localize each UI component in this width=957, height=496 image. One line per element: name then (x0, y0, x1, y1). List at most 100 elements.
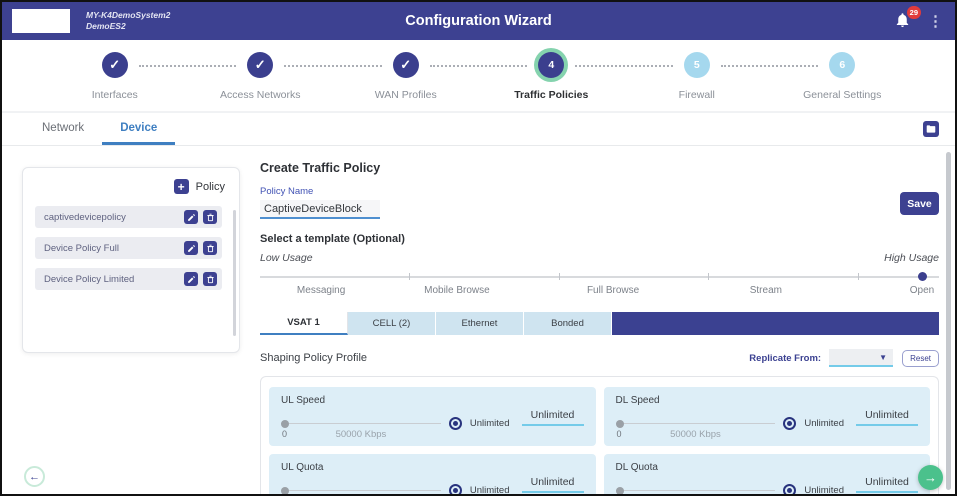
step-wan-profiles[interactable]: ✓ WAN Profiles (333, 52, 479, 111)
traffic-policy-form: Create Traffic Policy Policy Name Save S… (260, 146, 939, 496)
reset-button[interactable]: Reset (902, 350, 939, 367)
edit-icon[interactable] (184, 210, 198, 224)
template-options: Messaging Mobile Browse Full Browse Stre… (260, 285, 939, 299)
top-bar: MY-K4DemoSystem2 DemoES2 Configuration W… (2, 2, 955, 40)
dl-quota-slider[interactable]: 0 5000 MB (616, 485, 776, 496)
chevron-down-icon: ▼ (879, 353, 887, 362)
notification-badge: 29 (907, 6, 921, 19)
ul-speed-slider[interactable]: 0 50000 Kbps (281, 418, 441, 430)
configuration-wizard-app: MY-K4DemoSystem2 DemoES2 Configuration W… (0, 0, 957, 496)
ul-speed-value-field[interactable]: Unlimited (522, 409, 584, 426)
main-content: + Policy captivedevicepolicy Device Poli… (2, 146, 955, 496)
dl-quota-card: DL Quota 0 5000 MB Unlimited Unlimited (604, 454, 931, 496)
step-access-networks[interactable]: ✓ Access Networks (188, 52, 334, 111)
system-name: MY-K4DemoSystem2 (86, 10, 170, 21)
slider-tick (858, 273, 859, 280)
template-slider-handle[interactable] (918, 272, 927, 281)
unlimited-radio[interactable] (783, 484, 796, 496)
step-label: Interfaces (92, 89, 138, 101)
template-option-open[interactable]: Open (910, 285, 934, 296)
template-slider-track[interactable] (260, 276, 939, 278)
page-scrollbar[interactable] (946, 152, 951, 490)
policy-list-item[interactable]: Device Policy Limited (35, 268, 222, 290)
template-slider[interactable] (260, 272, 939, 282)
step-check-icon: ✓ (393, 52, 419, 78)
usage-range-labels: Low Usage High Usage (260, 252, 939, 264)
slider-handle[interactable] (281, 487, 289, 495)
policy-name-input[interactable] (260, 200, 380, 219)
step-firewall[interactable]: 5 Firewall (624, 52, 770, 111)
template-option-full-browse[interactable]: Full Browse (587, 285, 639, 296)
ul-speed-card: UL Speed 0 50000 Kbps Unlimited Unlimite… (269, 387, 596, 446)
step-general-settings[interactable]: 6 General Settings (770, 52, 916, 111)
edit-icon[interactable] (184, 272, 198, 286)
add-policy-label: Policy (196, 181, 225, 193)
dl-speed-label: DL Speed (616, 395, 919, 406)
save-button[interactable]: Save (900, 192, 939, 215)
slider-handle[interactable] (281, 420, 289, 428)
slider-handle[interactable] (616, 487, 624, 495)
step-label: Firewall (679, 89, 715, 101)
dl-quota-label: DL Quota (616, 462, 919, 473)
bell-icon (894, 16, 911, 33)
policy-name: Device Policy Full (44, 243, 179, 254)
tab-cell[interactable]: CELL (2) (348, 312, 436, 335)
ul-quota-value-field[interactable]: Unlimited (522, 476, 584, 493)
unlimited-radio[interactable] (449, 484, 462, 496)
folder-icon[interactable] (923, 121, 939, 137)
dl-speed-value-field[interactable]: Unlimited (856, 409, 918, 426)
tab-device[interactable]: Device (102, 113, 175, 145)
step-label: Access Networks (220, 89, 301, 101)
ul-quota-slider[interactable]: 0 2000 MB (281, 485, 441, 496)
policy-list-scrollbar[interactable] (233, 210, 236, 336)
slider-track (616, 490, 776, 492)
template-option-messaging[interactable]: Messaging (297, 285, 345, 296)
overflow-menu-button[interactable]: ⋮ (928, 14, 943, 29)
unlimited-radio[interactable] (783, 417, 796, 430)
notifications-button[interactable]: 29 (894, 11, 914, 31)
slider-tick (409, 273, 410, 280)
delete-icon[interactable] (203, 210, 217, 224)
shaping-policy-card: UL Speed 0 50000 Kbps Unlimited Unlimite… (260, 376, 939, 496)
slider-max: 50000 Kbps (670, 429, 721, 440)
delete-icon[interactable] (203, 241, 217, 255)
slider-track (616, 423, 776, 425)
plus-icon: + (174, 179, 189, 194)
slider-handle[interactable] (616, 420, 624, 428)
shaping-header: Shaping Policy Profile Replicate From: ▼… (260, 349, 939, 367)
dl-speed-slider[interactable]: 0 50000 Kbps (616, 418, 776, 430)
step-interfaces[interactable]: ✓ Interfaces (42, 52, 188, 111)
tab-ethernet[interactable]: Ethernet (436, 312, 524, 335)
step-label: WAN Profiles (375, 89, 437, 101)
add-policy-button[interactable]: + Policy (33, 179, 225, 194)
unlimited-radio-label: Unlimited (470, 418, 510, 429)
tab-bonded[interactable]: Bonded (524, 312, 612, 335)
slider-min: 0 (282, 429, 287, 439)
replicate-from-select[interactable]: ▼ (829, 349, 893, 367)
unlimited-radio-label: Unlimited (470, 485, 510, 496)
template-option-stream[interactable]: Stream (750, 285, 782, 296)
tabbar-actions (923, 113, 939, 145)
template-option-mobile-browse[interactable]: Mobile Browse (424, 285, 490, 296)
ul-quota-label: UL Quota (281, 462, 584, 473)
back-button[interactable]: ← (24, 466, 45, 487)
unlimited-radio[interactable] (449, 417, 462, 430)
policy-list-item[interactable]: captivedevicepolicy (35, 206, 222, 228)
step-number: 6 (829, 52, 855, 78)
tab-vsat-1[interactable]: VSAT 1 (260, 312, 348, 335)
step-number: 4 (538, 52, 564, 78)
step-check-icon: ✓ (247, 52, 273, 78)
policy-name: Device Policy Limited (44, 274, 179, 285)
wizard-stepper: ✓ Interfaces ✓ Access Networks ✓ WAN Pro… (2, 40, 955, 113)
tab-network[interactable]: Network (24, 113, 102, 145)
shaping-title: Shaping Policy Profile (260, 352, 367, 364)
edit-icon[interactable] (184, 241, 198, 255)
scope-tabbar: Network Device (2, 113, 955, 146)
low-usage-label: Low Usage (260, 252, 313, 264)
next-button[interactable]: → (918, 465, 943, 490)
ul-speed-label: UL Speed (281, 395, 584, 406)
dl-quota-value-field[interactable]: Unlimited (856, 476, 918, 493)
delete-icon[interactable] (203, 272, 217, 286)
step-traffic-policies[interactable]: 4 Traffic Policies (479, 52, 625, 111)
policy-list-item[interactable]: Device Policy Full (35, 237, 222, 259)
